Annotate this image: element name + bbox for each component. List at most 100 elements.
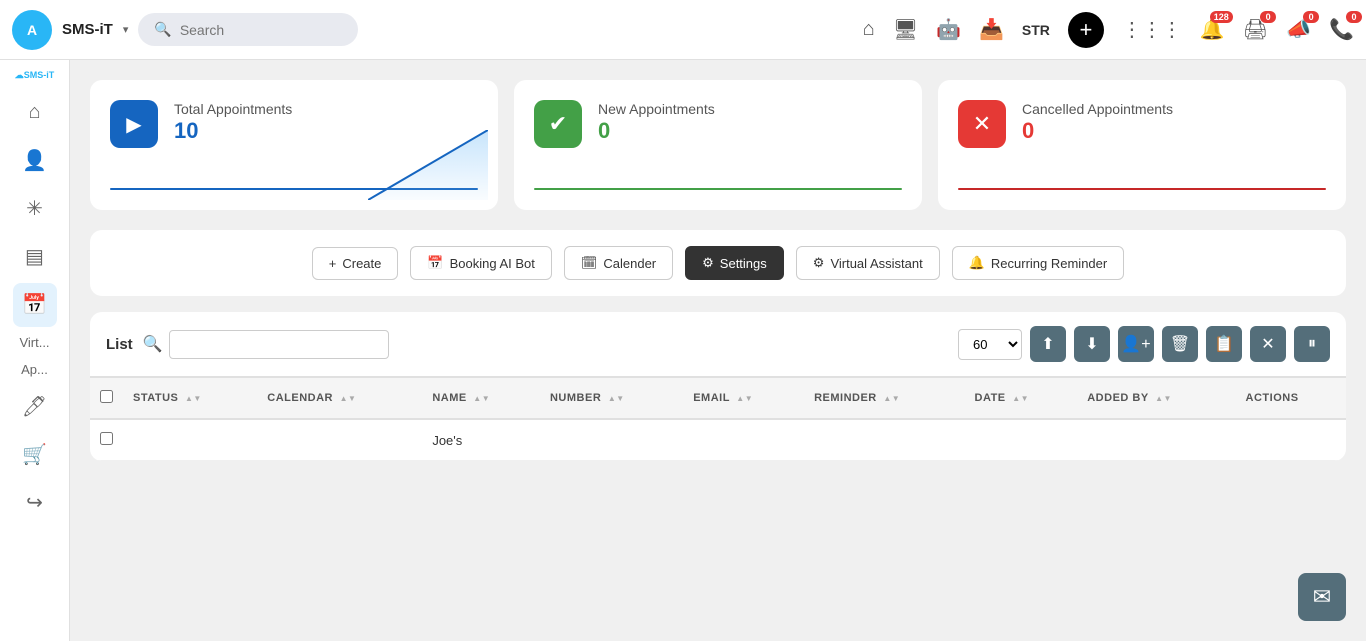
sidebar-item-notes[interactable]: 🖊 <box>13 385 57 429</box>
sidebar-item-flows[interactable]: ✳ <box>13 187 57 231</box>
new-appointments-value: 0 <box>598 118 715 144</box>
row-calendar <box>257 419 422 461</box>
col-status: STATUS ▲▼ <box>123 378 257 419</box>
bot-icon[interactable]: 🤖 <box>936 17 961 42</box>
row-number <box>540 419 683 461</box>
sidebar-logo: ☁SMS-iT <box>10 70 60 81</box>
stat-total-appointments: ▶ Total Appointments 10 <box>90 80 498 210</box>
total-appointments-title: Total Appointments <box>174 100 292 118</box>
sidebar-item-steps[interactable]: ▤ <box>13 235 57 279</box>
row-added-by <box>1077 419 1235 461</box>
add-button[interactable]: + <box>1068 12 1104 48</box>
settings-button[interactable]: ⚙ Settings <box>685 246 784 280</box>
number-sort-icon[interactable]: ▲▼ <box>608 394 625 403</box>
booking-ai-bot-button[interactable]: 📅 Booking AI Bot <box>410 246 551 280</box>
avatar-text: A <box>27 22 37 38</box>
row-checkbox-cell <box>90 419 123 461</box>
list-title: List <box>106 336 133 353</box>
sidebar-item-export[interactable]: ↪ <box>13 481 57 525</box>
row-name: Joe's <box>422 419 540 461</box>
search-bar[interactable]: 🔍 <box>138 13 358 46</box>
list-section: List 🔍 60 10 25 100 ⬆ ⬇ 👤+ 🗑 📋 ✕ ⏸ <box>90 312 1346 461</box>
grid-icon[interactable]: ⋮⋮⋮ <box>1122 17 1182 42</box>
sidebar-item-calendar[interactable]: 📅 <box>13 283 57 327</box>
user-add-button[interactable]: 👤+ <box>1118 326 1154 362</box>
new-appointments-icon: ✔ <box>534 100 582 148</box>
name-sort-icon[interactable]: ▲▼ <box>473 394 490 403</box>
list-search-input[interactable] <box>169 330 389 359</box>
row-checkbox[interactable] <box>100 432 113 445</box>
toolbar: + Create 📅 Booking AI Bot 🗓 Calender ⚙ S… <box>90 230 1346 296</box>
status-sort-icon[interactable]: ▲▼ <box>185 394 202 403</box>
upload-button[interactable]: ⬆ <box>1030 326 1066 362</box>
calender-icon: 🗓 <box>581 255 598 271</box>
notification4-icon[interactable]: 📞 0 <box>1329 17 1354 42</box>
brand-name: SMS-iT <box>62 21 113 38</box>
search-icon: 🔍 <box>154 21 171 38</box>
cross-button[interactable]: ✕ <box>1250 326 1286 362</box>
inbox-icon[interactable]: 📥 <box>979 17 1004 42</box>
select-all-checkbox[interactable] <box>100 390 113 403</box>
notification1-icon[interactable]: 🔔 128 <box>1200 17 1225 42</box>
table-wrap: STATUS ▲▼ CALENDAR ▲▼ NAME ▲▼ NUMBER <box>90 378 1346 461</box>
settings-icon: ⚙ <box>702 255 714 271</box>
brand-chevron-icon[interactable]: ▾ <box>123 23 129 36</box>
row-email <box>683 419 804 461</box>
stats-row: ▶ Total Appointments 10 <box>90 80 1346 210</box>
date-sort-icon[interactable]: ▲▼ <box>1012 394 1029 403</box>
create-button[interactable]: + Create <box>312 247 399 280</box>
virtual-assistant-icon: ⚙ <box>813 255 825 271</box>
chat-button[interactable]: ✉ <box>1298 573 1346 621</box>
brand-avatar[interactable]: A <box>12 10 52 50</box>
recurring-reminder-button[interactable]: 🔔 Recurring Reminder <box>952 246 1125 280</box>
list-search-icon: 🔍 <box>143 334 163 354</box>
table-header-row: STATUS ▲▼ CALENDAR ▲▼ NAME ▲▼ NUMBER <box>90 378 1346 419</box>
calendar-sort-icon[interactable]: ▲▼ <box>340 394 357 403</box>
stat-cancelled-appointments: ✕ Cancelled Appointments 0 <box>938 80 1346 210</box>
cancelled-appointments-value: 0 <box>1022 118 1173 144</box>
sidebar-item-contacts[interactable]: 👤 <box>13 139 57 183</box>
sidebar-item-virt[interactable]: Virt... <box>17 331 51 354</box>
sidebar-item-ap[interactable]: Ap... <box>19 358 50 381</box>
notification3-icon[interactable]: 📣 0 <box>1286 17 1311 42</box>
new-appointments-title: New Appointments <box>598 100 715 118</box>
chat-icon: ✉ <box>1313 584 1331 610</box>
notification2-icon[interactable]: 🖨 0 <box>1243 17 1268 42</box>
col-calendar: CALENDAR ▲▼ <box>257 378 422 419</box>
total-appointments-chart <box>368 130 488 200</box>
pause-button[interactable]: ⏸ <box>1294 326 1330 362</box>
delete-button[interactable]: 🗑 <box>1162 326 1198 362</box>
row-status <box>123 419 257 461</box>
str-label[interactable]: STR <box>1022 22 1050 38</box>
main-content: ▶ Total Appointments 10 <box>70 60 1366 641</box>
appointments-table: STATUS ▲▼ CALENDAR ▲▼ NAME ▲▼ NUMBER <box>90 378 1346 461</box>
table-row: Joe's <box>90 419 1346 461</box>
download-button[interactable]: ⬇ <box>1074 326 1110 362</box>
copy-button[interactable]: 📋 <box>1206 326 1242 362</box>
cancelled-appointments-divider <box>958 188 1326 190</box>
list-search-area: 🔍 <box>143 330 948 359</box>
cancelled-appointments-icon: ✕ <box>958 100 1006 148</box>
row-reminder <box>804 419 964 461</box>
home-icon[interactable]: ⌂ <box>863 18 875 41</box>
calender-button[interactable]: 🗓 Calender <box>564 246 673 280</box>
col-reminder: REMINDER ▲▼ <box>804 378 964 419</box>
reminder-sort-icon[interactable]: ▲▼ <box>883 394 900 403</box>
sidebar-item-shop[interactable]: 🛒 <box>13 433 57 477</box>
added-by-sort-icon[interactable]: ▲▼ <box>1155 394 1172 403</box>
cancelled-appointments-title: Cancelled Appointments <box>1022 100 1173 118</box>
new-appointments-divider <box>534 188 902 190</box>
col-date: DATE ▲▼ <box>965 378 1078 419</box>
recurring-reminder-icon: 🔔 <box>969 255 985 271</box>
virtual-assistant-button[interactable]: ⚙ Virtual Assistant <box>796 246 940 280</box>
plus-icon: + <box>329 256 337 271</box>
per-page-select[interactable]: 60 10 25 100 <box>958 329 1022 360</box>
list-controls: 60 10 25 100 ⬆ ⬇ 👤+ 🗑 📋 ✕ ⏸ <box>958 326 1330 362</box>
booking-bot-icon: 📅 <box>427 255 443 271</box>
col-actions: ACTIONS <box>1236 378 1346 419</box>
col-name: NAME ▲▼ <box>422 378 540 419</box>
monitor-icon[interactable]: 🖥 <box>893 17 918 42</box>
sidebar-item-home[interactable]: ⌂ <box>13 91 57 135</box>
search-input[interactable] <box>180 22 343 38</box>
email-sort-icon[interactable]: ▲▼ <box>736 394 753 403</box>
